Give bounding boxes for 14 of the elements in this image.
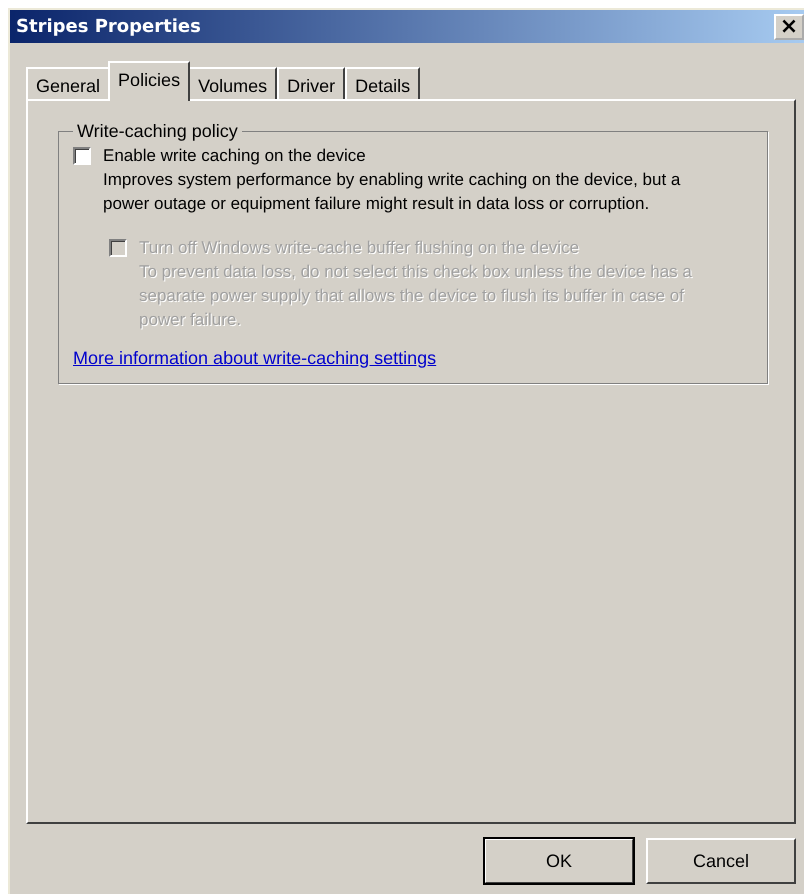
option-description: Improves system performance by enabling write caching on the device, but a power outage or equipment failure might result in data loss or corruption. [103, 169, 682, 215]
tab[interactable]: Driver [277, 67, 346, 101]
window-title: Stripes Properties [16, 16, 201, 37]
tab[interactable]: Details [345, 67, 420, 101]
checkbox-label: Enable write caching on the device [103, 146, 366, 166]
dialog-button[interactable]: OK [484, 838, 634, 884]
tab[interactable]: Volumes [188, 67, 278, 101]
close-button[interactable]: × [774, 14, 804, 40]
dialog-button[interactable]: Cancel [646, 838, 796, 884]
tab[interactable]: General [26, 67, 110, 101]
checkbox[interactable] [73, 147, 91, 165]
tab[interactable]: Policies [108, 61, 190, 101]
group-title: Write-caching policy [76, 121, 239, 142]
help-link[interactable]: More information about write-caching settings [73, 348, 436, 369]
